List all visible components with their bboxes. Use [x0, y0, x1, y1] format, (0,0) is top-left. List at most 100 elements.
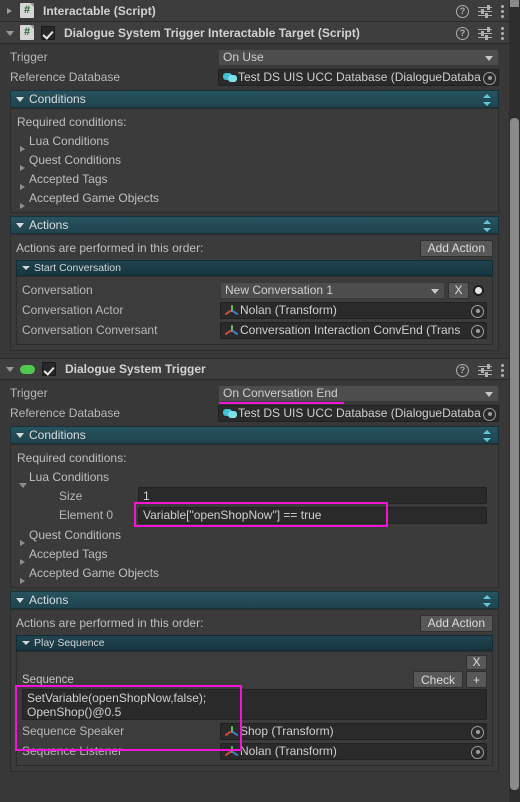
add-action-button[interactable]: Add Action: [419, 614, 493, 632]
foldout-lua-conditions[interactable]: Lua Conditions: [17, 131, 492, 152]
preset-icon[interactable]: [478, 26, 492, 40]
component-enabled-checkbox[interactable]: [41, 25, 55, 40]
component-title: Interactable (Script): [43, 3, 156, 18]
sequence-label: Sequence: [22, 673, 74, 686]
foldout-quest-conditions[interactable]: Quest Conditions: [17, 150, 492, 171]
conversation-conversant-object-field[interactable]: Conversation Interaction ConvEnd (Trans: [220, 321, 487, 339]
action-header-play-sequence[interactable]: Play Sequence: [16, 635, 493, 651]
chevron-down-icon: [485, 391, 493, 397]
remove-action-button[interactable]: X: [466, 654, 487, 670]
start-conversation-panel: Conversation New Conversation 1 X Conver…: [16, 276, 493, 345]
trigger-value: On Conversation End: [223, 386, 338, 400]
element0-value: Variable["openShopNow"] == true: [143, 508, 322, 522]
sort-arrows-icon[interactable]: [483, 430, 492, 442]
help-icon[interactable]: ?: [456, 363, 469, 377]
lua-size-row: Size 1: [17, 486, 492, 505]
add-sequence-button[interactable]: +: [466, 671, 487, 688]
conversation-dropdown[interactable]: New Conversation 1: [220, 281, 445, 299]
conversation-actor-label: Conversation Actor: [22, 303, 124, 317]
dialogue-database-icon: [223, 72, 237, 83]
reference-database-value: Test DS UIS UCC Database (DialogueDataba: [238, 70, 481, 84]
reference-database-label: Reference Database: [10, 406, 121, 420]
dialogue-database-icon: [223, 408, 237, 419]
transform-icon: [224, 304, 239, 316]
conditions-section-header[interactable]: Conditions: [10, 90, 499, 108]
foldout-expanded-icon[interactable]: [4, 26, 18, 40]
size-input[interactable]: 1: [138, 487, 487, 504]
object-picker-icon[interactable]: [471, 725, 484, 739]
sequence-textarea[interactable]: SetVariable(openShopNow,false); OpenShop…: [22, 689, 487, 720]
reference-database-value: Test DS UIS UCC Database (DialogueDataba: [238, 406, 481, 420]
required-conditions-note: Required conditions:: [17, 451, 127, 465]
conditions-section-header[interactable]: Conditions: [10, 426, 499, 444]
foldout-accepted-game-objects[interactable]: Accepted Game Objects: [17, 563, 492, 584]
action-title: Play Sequence: [34, 637, 105, 649]
conversation-actor-object-field[interactable]: Nolan (Transform): [220, 301, 487, 319]
help-icon[interactable]: ?: [456, 26, 469, 40]
more-menu-icon[interactable]: [501, 4, 505, 18]
clear-conversation-button[interactable]: X: [448, 281, 469, 299]
accepted-tags-label: Accepted Tags: [29, 171, 108, 186]
foldout-collapsed-icon[interactable]: [4, 4, 18, 18]
sequence-speaker-object-field[interactable]: Shop (Transform): [220, 722, 487, 740]
sequence-speaker-row: Sequence Speaker Shop (Transform): [22, 721, 487, 741]
trigger-highlight-underline: [219, 401, 344, 404]
actions-section-header[interactable]: Actions: [10, 591, 499, 609]
sort-arrows-icon[interactable]: [483, 595, 492, 607]
sort-arrows-icon[interactable]: [483, 94, 492, 106]
foldout-expanded-icon: [16, 432, 24, 438]
conversation-picker-dot[interactable]: [469, 284, 487, 296]
object-picker-icon[interactable]: [483, 71, 496, 85]
transform-icon: [224, 324, 239, 336]
trigger-row: Trigger On Conversation End: [10, 383, 499, 404]
component-header-icons: ?: [456, 359, 505, 381]
object-picker-icon[interactable]: [471, 745, 484, 759]
conversation-label: Conversation: [22, 283, 93, 297]
component-enabled-checkbox[interactable]: [42, 362, 56, 376]
trigger-label: Trigger: [10, 50, 48, 64]
component-header-dst-interactable-target[interactable]: # Dialogue System Trigger Interactable T…: [0, 22, 509, 44]
preset-icon[interactable]: [478, 4, 492, 18]
unity-inspector-panel: # Interactable (Script) ? # Dialogue Sys…: [0, 0, 520, 802]
add-action-button[interactable]: Add Action: [419, 239, 493, 257]
foldout-quest-conditions[interactable]: Quest Conditions: [17, 525, 492, 546]
reference-database-row: Reference Database Test DS UIS UCC Datab…: [10, 403, 499, 423]
sequence-line-2: OpenShop()@0.5: [27, 705, 122, 719]
action-header-start-conversation[interactable]: Start Conversation: [16, 260, 493, 276]
foldout-accepted-tags[interactable]: Accepted Tags: [17, 169, 492, 190]
object-picker-icon[interactable]: [471, 324, 484, 338]
conversation-value: New Conversation 1: [225, 283, 334, 297]
sort-arrows-icon[interactable]: [483, 220, 492, 232]
conversation-row: Conversation New Conversation 1 X: [22, 280, 487, 300]
sequence-listener-object-field[interactable]: Nolan (Transform): [220, 742, 487, 760]
reference-database-object-field[interactable]: Test DS UIS UCC Database (DialogueDataba: [218, 404, 499, 422]
quest-conditions-label: Quest Conditions: [29, 527, 122, 542]
chevron-down-icon: [485, 55, 493, 61]
more-menu-icon[interactable]: [501, 363, 505, 377]
foldout-accepted-game-objects[interactable]: Accepted Game Objects: [17, 188, 492, 209]
reference-database-object-field[interactable]: Test DS UIS UCC Database (DialogueDataba: [218, 68, 499, 86]
foldout-accepted-tags[interactable]: Accepted Tags: [17, 544, 492, 565]
csharp-script-icon: #: [20, 3, 34, 18]
check-sequence-button[interactable]: Check: [412, 671, 463, 688]
conversation-actor-value: Nolan (Transform): [240, 303, 337, 317]
preset-icon[interactable]: [478, 363, 492, 377]
inspector-scrollbar-thumb[interactable]: [510, 118, 519, 790]
help-icon[interactable]: ?: [456, 4, 469, 18]
trigger-dropdown[interactable]: On Use: [218, 48, 499, 66]
component-header-dialogue-system-trigger[interactable]: Dialogue System Trigger ?: [0, 358, 509, 380]
element0-input[interactable]: Variable["openShopNow"] == true: [138, 506, 487, 524]
component-header-interactable[interactable]: # Interactable (Script) ?: [0, 0, 509, 22]
foldout-expanded-icon[interactable]: [4, 362, 18, 376]
scroll-up-button[interactable]: [510, 0, 519, 7]
actions-panel: Actions are performed in this order: Add…: [10, 234, 499, 351]
object-picker-icon[interactable]: [483, 407, 496, 421]
more-menu-icon[interactable]: [501, 26, 505, 40]
object-picker-icon[interactable]: [471, 304, 484, 318]
actions-header-label: Actions: [29, 218, 69, 232]
foldout-lua-conditions[interactable]: Lua Conditions: [17, 467, 492, 488]
actions-section-header[interactable]: Actions: [10, 216, 499, 234]
foldout-expanded-icon: [16, 597, 24, 603]
actions-panel: Actions are performed in this order: Add…: [10, 609, 499, 772]
trigger-dropdown[interactable]: On Conversation End: [218, 384, 499, 402]
